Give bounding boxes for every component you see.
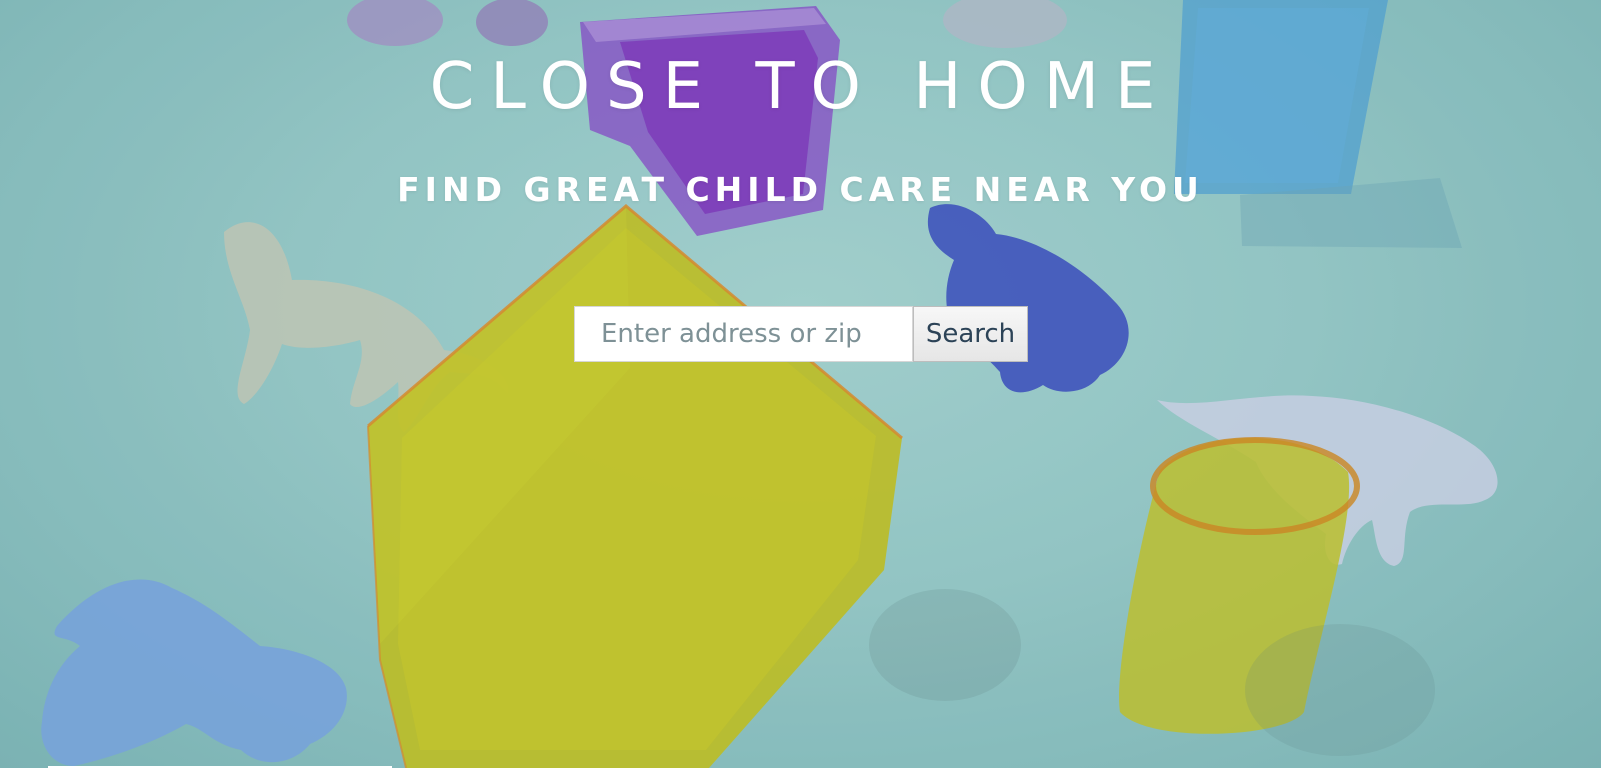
address-search-input[interactable] [574, 306, 913, 362]
page-subtitle: FIND GREAT CHILD CARE NEAR YOU [397, 170, 1204, 209]
search-button[interactable]: Search [913, 306, 1028, 362]
search-form: Search [574, 306, 1028, 362]
page-title: CLOSE TO HOME [429, 50, 1172, 124]
